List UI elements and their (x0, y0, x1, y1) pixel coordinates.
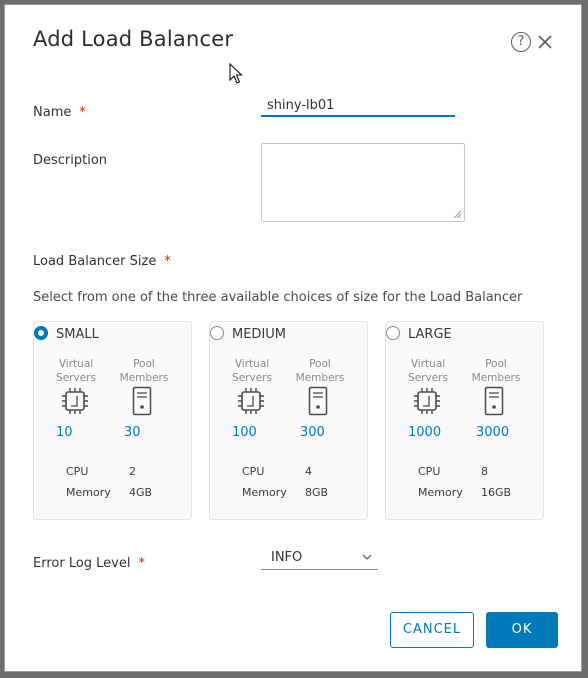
size-label-text: Load Balancer Size (33, 254, 157, 269)
cpu-value: 8 (481, 465, 488, 478)
virtual-servers-label: Virtual Servers (56, 358, 96, 384)
pool-members-label: Pool Members (119, 358, 169, 384)
pool-members-count: 3000 (476, 425, 510, 440)
mouse-cursor-icon (229, 63, 243, 84)
size-required-mark: * (164, 254, 171, 269)
memory-label: Memory (418, 486, 463, 499)
server-icon (132, 386, 152, 416)
memory-value: 8GB (305, 486, 329, 499)
size-name-large: LARGE (408, 327, 452, 342)
cpu-label: CPU (242, 465, 265, 478)
pool-members-label: Pool Members (295, 358, 345, 384)
cpu-label: CPU (418, 465, 441, 478)
size-name-medium: MEDIUM (232, 327, 287, 342)
memory-label: Memory (242, 486, 287, 499)
error-log-level-value: INFO (271, 550, 303, 565)
description-textarea[interactable] (261, 143, 465, 222)
memory-value: 4GB (129, 486, 153, 499)
cpu-value: 2 (129, 465, 136, 478)
description-label: Description (33, 153, 108, 168)
server-icon (308, 386, 328, 416)
server-icon (484, 386, 504, 416)
virtual-servers-label: Virtual Servers (408, 358, 448, 384)
virtual-servers-count: 100 (232, 425, 257, 440)
name-required-mark: * (79, 105, 86, 120)
virtual-servers-count: 10 (56, 425, 73, 440)
name-label-text: Name (33, 105, 72, 120)
size-card-small[interactable]: SMALL Virtual Servers Pool Members 10 30… (33, 321, 192, 520)
size-label: Load Balancer Size * (33, 254, 171, 269)
cpu-chip-icon (62, 388, 88, 414)
cancel-button[interactable]: CANCEL (390, 612, 474, 648)
size-card-large[interactable]: LARGE Virtual Servers Pool Members 1000 … (385, 321, 544, 520)
virtual-servers-count: 1000 (408, 425, 442, 440)
error-log-label: Error Log Level * (33, 556, 145, 571)
pool-members-count: 30 (124, 425, 141, 440)
cpu-value: 4 (305, 465, 312, 478)
name-label: Name * (33, 105, 86, 120)
error-log-label-text: Error Log Level (33, 556, 131, 571)
close-icon[interactable] (537, 34, 553, 50)
size-hint: Select from one of the three available c… (33, 290, 523, 305)
add-load-balancer-dialog: Add Load Balancer ? Name * Description Lo… (4, 4, 582, 672)
error-log-level-select[interactable]: INFO (261, 548, 378, 570)
chevron-down-icon (362, 554, 372, 560)
help-icon[interactable]: ? (511, 32, 531, 52)
error-log-required-mark: * (138, 556, 146, 571)
size-card-medium[interactable]: MEDIUM Virtual Servers Pool Members 100 … (209, 321, 368, 520)
size-name-small: SMALL (56, 327, 99, 342)
size-radio-medium[interactable] (210, 326, 224, 340)
virtual-servers-label: Virtual Servers (232, 358, 272, 384)
size-radio-large[interactable] (386, 326, 400, 340)
size-radio-small[interactable] (34, 326, 48, 340)
cpu-chip-icon (238, 388, 264, 414)
pool-members-label: Pool Members (471, 358, 521, 384)
memory-value: 16GB (481, 486, 512, 499)
cpu-label: CPU (66, 465, 89, 478)
ok-button[interactable]: OK (486, 612, 558, 648)
resize-grip-icon[interactable] (453, 210, 462, 219)
pool-members-count: 300 (300, 425, 325, 440)
memory-label: Memory (66, 486, 111, 499)
dialog-title: Add Load Balancer (33, 27, 234, 51)
name-input[interactable] (261, 95, 455, 117)
cpu-chip-icon (414, 388, 440, 414)
